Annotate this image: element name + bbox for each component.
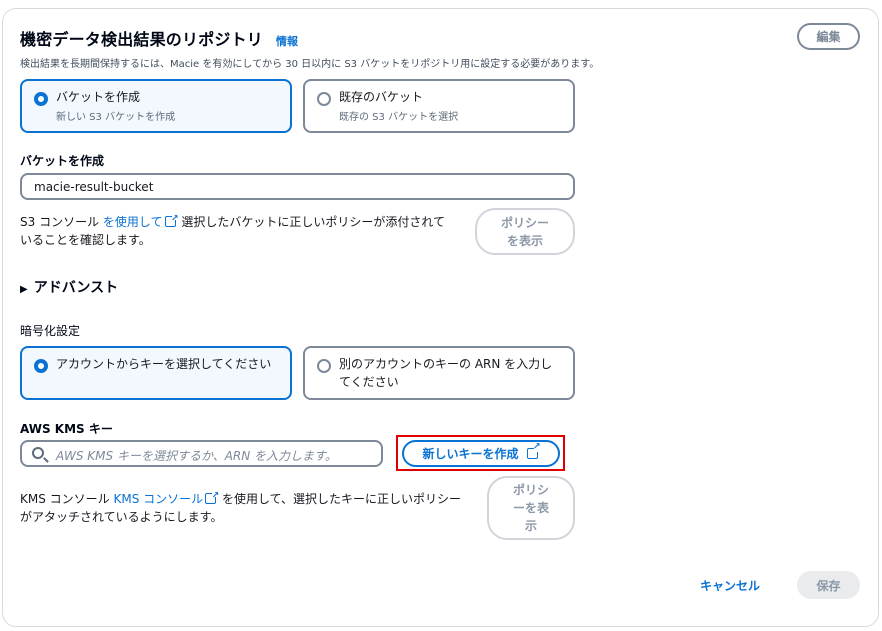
view-policy-button-kms[interactable]: ポリシ ーを表示 <box>487 476 575 540</box>
radio-account-key[interactable] <box>34 359 48 373</box>
tile-create-bucket[interactable]: バケットを作成 新しい S3 バケットを作成 <box>20 79 292 133</box>
create-key-label: 新しいキーを作成 <box>422 447 519 461</box>
arn-label-line1: 別のアカウントのキーの ARN を入力し <box>339 357 553 371</box>
page-title: 機密データ検出結果のリポジトリ <box>20 30 264 49</box>
policy-btn-line2: を表示 <box>506 233 543 248</box>
tile-existing-bucket-sub: 既存の S3 バケットを選択 <box>339 112 459 123</box>
cancel-button[interactable]: キャンセル <box>700 577 760 594</box>
kms-help-line2: がアタッチされているようにします。 <box>20 510 223 524</box>
kms-console-link[interactable]: KMS コンソール <box>113 492 203 506</box>
external-link-icon <box>164 210 179 228</box>
arn-label-line2: てください <box>339 375 399 389</box>
radio-other-account-arn[interactable] <box>317 359 331 373</box>
s3-help-prefix: S3 コンソール <box>20 215 103 229</box>
save-button[interactable]: 保存 <box>797 571 860 599</box>
advanced-toggle[interactable]: ▶ アドバンスト <box>20 277 118 297</box>
kms-policy-line3: 示 <box>524 519 537 533</box>
kms-help-suffix: を使用して、選択したキーに正しいポリシー <box>218 492 461 506</box>
tile-other-account-arn-label: 別のアカウントのキーの ARN を入力し てください <box>339 355 552 391</box>
policy-btn-line1: ポリシー <box>500 215 549 230</box>
create-new-key-button[interactable]: 新しいキーを作成 <box>402 440 560 467</box>
s3-console-link[interactable]: を使用して <box>103 215 163 229</box>
kms-policy-line2: ーを表 <box>512 501 549 515</box>
search-icon <box>32 447 44 459</box>
s3-help-text: S3 コンソール を使用して 選択したバケットに正しいポリシーが添付されて いる… <box>20 210 470 249</box>
tile-account-key[interactable]: アカウントからキーを選択してください <box>20 346 292 400</box>
tile-create-bucket-label: バケットを作成 <box>56 90 141 104</box>
view-policy-button-s3[interactable]: ポリシー を表示 <box>475 208 575 255</box>
external-link-icon <box>205 487 219 505</box>
create-bucket-label: バケットを作成 <box>20 154 105 168</box>
tile-existing-bucket-label: 既存のバケット <box>339 90 424 104</box>
tile-existing-bucket[interactable]: 既存のバケット 既存の S3 バケットを選択 <box>303 79 575 133</box>
encryption-label: 暗号化設定 <box>20 324 81 338</box>
radio-existing-bucket[interactable] <box>317 92 331 106</box>
kms-help-prefix: KMS コンソール <box>20 492 114 506</box>
radio-create-bucket[interactable] <box>34 92 48 106</box>
s3-help-line2: いることを確認します。 <box>20 233 151 247</box>
bucket-name-input[interactable]: macie-result-bucket <box>20 173 575 200</box>
kms-key-search[interactable]: AWS KMS キーを選択するか、ARN を入力します。 <box>20 440 383 467</box>
kms-key-label: AWS KMS キー <box>20 422 113 436</box>
advanced-label: アドバンスト <box>33 280 119 296</box>
edit-button[interactable]: 編集 <box>797 23 860 50</box>
s3-help-suffix: 選択したバケットに正しいポリシーが添付されて <box>177 215 445 229</box>
page-description: 検出結果を長期間保持するには、Macie を有効にしてから 30 日以内に S3… <box>20 59 600 70</box>
info-link[interactable]: 情報 <box>276 33 298 49</box>
caret-right-icon: ▶ <box>20 284 28 295</box>
tile-create-bucket-sub: 新しい S3 バケットを作成 <box>56 112 176 123</box>
tile-account-key-label: アカウントからキーを選択してください <box>56 357 272 371</box>
kms-key-placeholder: AWS KMS キーを選択するか、ARN を入力します。 <box>56 449 337 463</box>
kms-policy-line1: ポリシ <box>512 483 549 497</box>
external-link-icon <box>526 442 541 459</box>
kms-help-text: KMS コンソール KMS コンソール を使用して、選択したキーに正しいポリシー… <box>20 487 490 526</box>
tile-other-account-arn[interactable]: 別のアカウントのキーの ARN を入力し てください <box>303 346 575 400</box>
